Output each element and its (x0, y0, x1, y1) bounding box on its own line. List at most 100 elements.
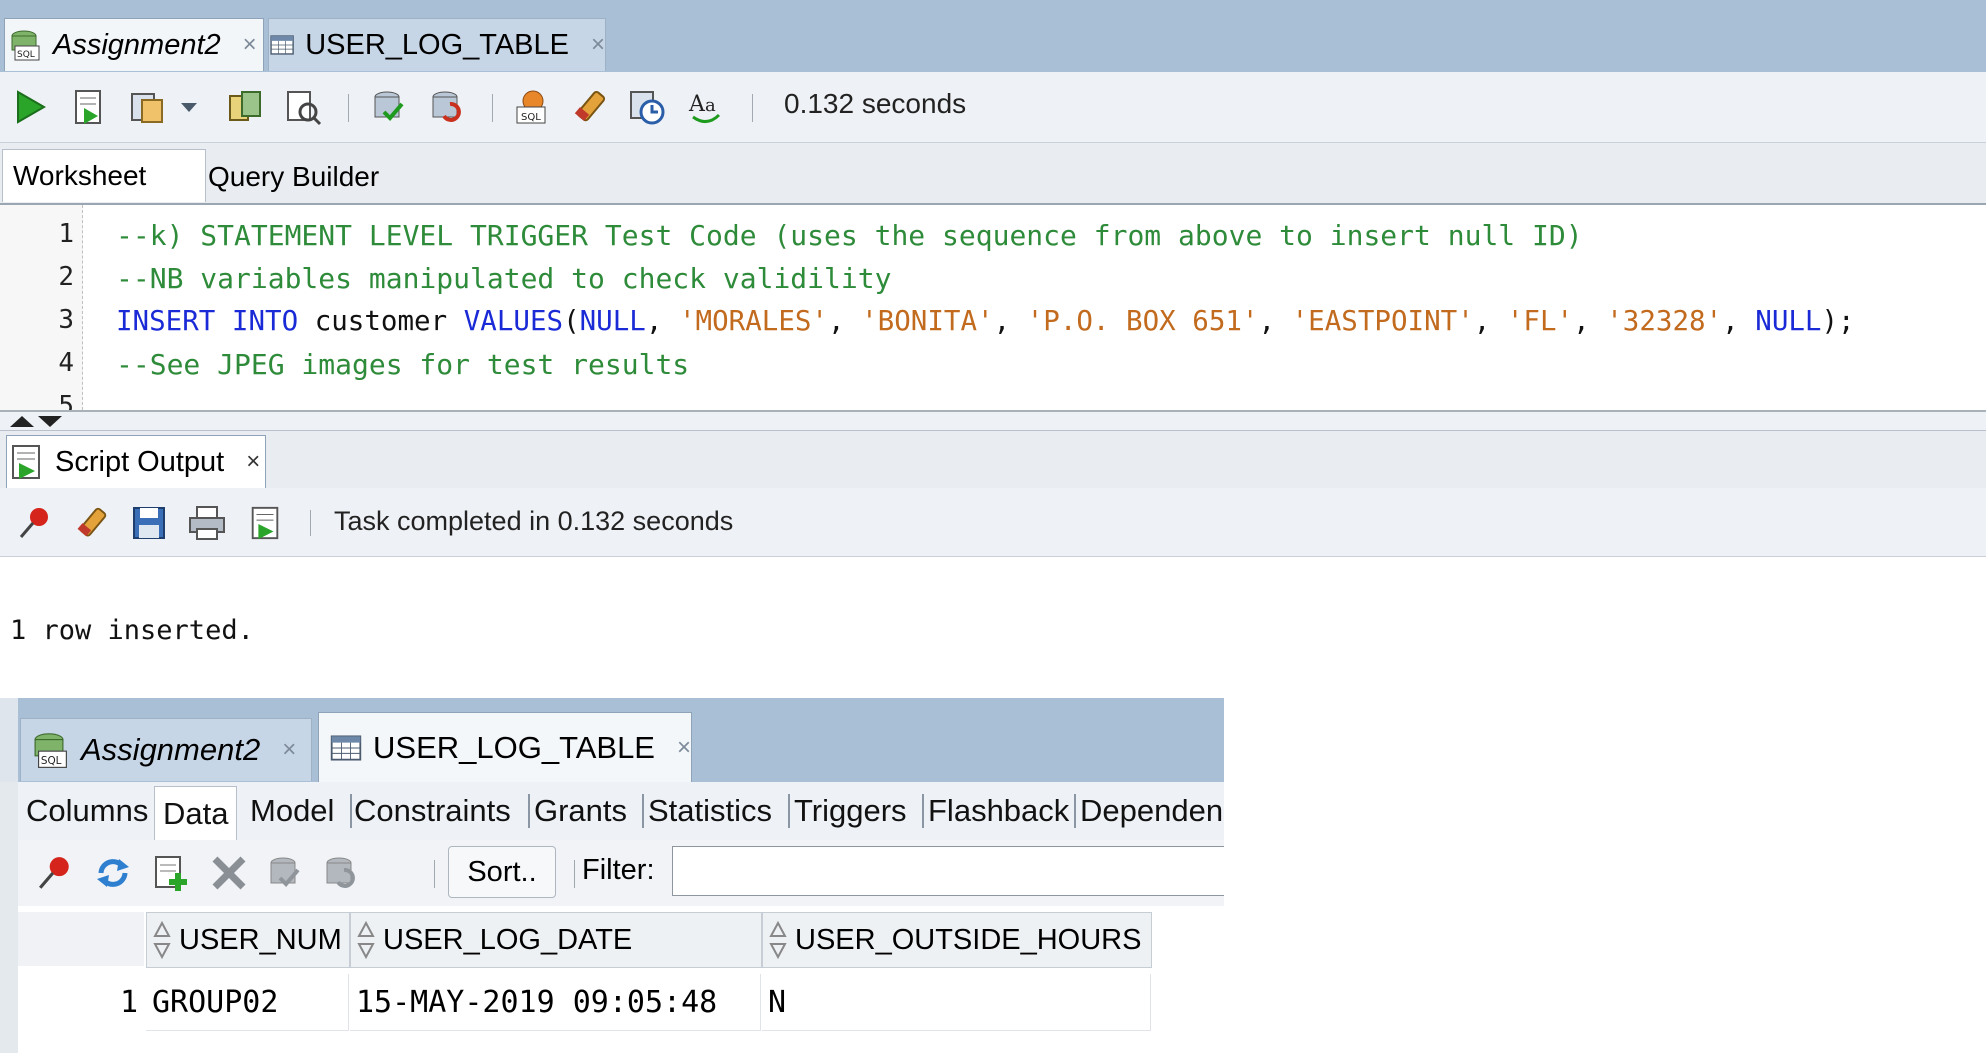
tab-columns[interactable]: Columns (26, 782, 148, 840)
sql-worksheet-icon: SQL (34, 733, 67, 768)
tab-query-builder[interactable]: Query Builder (208, 151, 408, 203)
svg-text:SQL: SQL (41, 755, 62, 767)
data-toolbar: Sort.. Filter: (18, 840, 1224, 906)
cell-user-num[interactable]: GROUP02 (146, 974, 349, 1031)
column-header-user-num[interactable]: USER_NUM (146, 912, 350, 968)
output-tab-bar: Script Output × (0, 430, 1986, 489)
autotrace-icon[interactable] (124, 84, 170, 130)
sort-button[interactable]: Sort.. (448, 846, 556, 898)
clear-icon[interactable] (68, 500, 114, 546)
commit-icon[interactable] (262, 850, 308, 896)
column-header-user-outside-hours[interactable]: USER_OUTSIDE_HOURS (762, 912, 1152, 968)
line-number: 4 (58, 348, 74, 378)
tab-user-log-table[interactable]: USER_LOG_TABLE × (268, 18, 606, 71)
output-message: 1 row inserted. (10, 615, 254, 646)
tab-user-log-table[interactable]: USER_LOG_TABLE × (318, 712, 692, 783)
worksheet-toolbar: SQL Aa 0.132 seconds (0, 72, 1986, 143)
table-tab-bar: SQL Assignment2 × USER_LOG_TABLE × (0, 698, 1224, 783)
clear-icon[interactable] (566, 84, 612, 130)
tab-label: Script Output (55, 445, 225, 478)
run-script-icon[interactable] (66, 84, 112, 130)
svg-text:a: a (705, 95, 716, 116)
run-script-icon[interactable] (242, 500, 288, 546)
panel-edge (0, 698, 18, 782)
table-icon (330, 735, 362, 761)
object-subtabs: Columns Data Model Constraints Grants St… (18, 782, 1224, 841)
save-icon[interactable] (126, 500, 172, 546)
close-icon[interactable]: × (591, 31, 605, 59)
tab-grants[interactable]: Grants (534, 782, 627, 840)
column-header-user-log-date[interactable]: USER_LOG_DATE (350, 912, 762, 968)
sql-editor[interactable]: 1 2 3 4 5 --k) STATEMENT LEVEL TRIGGER T… (0, 205, 1986, 413)
format-icon[interactable]: Aa (684, 84, 730, 130)
worksheet-subtabs: Worksheet Query Builder (0, 143, 1986, 205)
close-icon[interactable]: × (243, 31, 257, 59)
rollback-icon[interactable] (424, 84, 470, 130)
cell-user-outside-hours[interactable]: N (762, 974, 1151, 1031)
tab-script-output[interactable]: Script Output × (6, 435, 266, 488)
tab-label: Assignment2 (53, 28, 221, 61)
toolbar-separator (310, 510, 311, 536)
toolbar-separator (434, 860, 435, 888)
close-icon[interactable]: × (677, 734, 691, 762)
script-output-body: 1 row inserted. (0, 557, 1986, 697)
tab-separator (528, 794, 530, 828)
table-view-panel: SQL Assignment2 × USER_LOG_TABLE × Colum… (0, 698, 1224, 1053)
line-number: 2 (58, 262, 74, 292)
tab-separator (350, 794, 352, 828)
tab-model[interactable]: Model (250, 782, 334, 840)
commit-icon[interactable] (366, 84, 412, 130)
sql-tuning-icon[interactable] (280, 84, 326, 130)
toolbar-separator (492, 94, 493, 122)
history-icon[interactable] (624, 84, 670, 130)
toolbar-separator (574, 860, 575, 888)
script-output-icon (12, 445, 40, 479)
tab-flashback[interactable]: Flashback (928, 782, 1069, 840)
code-line-2: --NB variables manipulated to check vali… (116, 262, 892, 295)
tab-constraints[interactable]: Constraints (354, 782, 511, 840)
panel-splitter[interactable] (0, 412, 1986, 430)
tab-dependencies[interactable]: Dependen (1080, 782, 1223, 840)
run-statement-icon[interactable] (6, 84, 52, 130)
tab-data[interactable]: Data (154, 786, 238, 841)
print-icon[interactable] (184, 500, 230, 546)
tab-assignment2[interactable]: SQL Assignment2 × (4, 18, 264, 71)
delete-row-icon[interactable] (206, 850, 252, 896)
pin-icon[interactable] (12, 500, 58, 546)
refresh-icon[interactable] (90, 850, 136, 896)
insert-row-icon[interactable] (150, 850, 196, 896)
pin-icon[interactable] (32, 850, 78, 896)
column-label: USER_NUM (179, 923, 342, 956)
row-header-corner (18, 912, 144, 966)
close-icon[interactable]: × (282, 736, 296, 764)
tab-statistics[interactable]: Statistics (648, 782, 772, 840)
code-line-1: --k) STATEMENT LEVEL TRIGGER Test Code (… (116, 219, 1583, 252)
close-icon[interactable]: × (246, 448, 260, 476)
code-line-3: INSERT INTO customer VALUES(NULL, 'MORAL… (116, 305, 1855, 337)
tab-label: USER_LOG_TABLE (373, 730, 655, 765)
tab-worksheet[interactable]: Worksheet (2, 149, 206, 202)
line-number: 1 (58, 219, 74, 249)
table-row[interactable]: 1 GROUP02 15-MAY-2019 09:05:48 N (18, 974, 1151, 1032)
row-number: 1 (119, 984, 138, 1020)
task-status: Task completed in 0.132 seconds (334, 506, 734, 536)
splitter-arrows-icon[interactable] (8, 414, 64, 428)
toolbar-separator (752, 94, 753, 122)
column-label: USER_OUTSIDE_HOURS (795, 923, 1142, 956)
column-label: USER_LOG_DATE (383, 923, 633, 956)
data-grid: USER_NUM USER_LOG_DATE USER_OUTSIDE_HOUR… (18, 906, 1224, 1053)
cell-user-log-date[interactable]: 15-MAY-2019 09:05:48 (350, 974, 761, 1031)
sort-icon (153, 920, 171, 960)
unshared-sql-icon[interactable]: SQL (508, 84, 554, 130)
sort-icon (357, 920, 375, 960)
dropdown-arrow-icon[interactable] (178, 84, 200, 130)
explain-plan-icon[interactable] (222, 84, 268, 130)
tab-separator (788, 794, 790, 828)
tab-triggers[interactable]: Triggers (794, 782, 907, 840)
tab-assignment2[interactable]: SQL Assignment2 × (20, 718, 312, 781)
filter-input[interactable] (672, 846, 1224, 896)
svg-text:A: A (688, 92, 706, 117)
rollback-icon[interactable] (318, 850, 364, 896)
sort-icon (769, 920, 787, 960)
svg-text:SQL: SQL (17, 50, 35, 60)
